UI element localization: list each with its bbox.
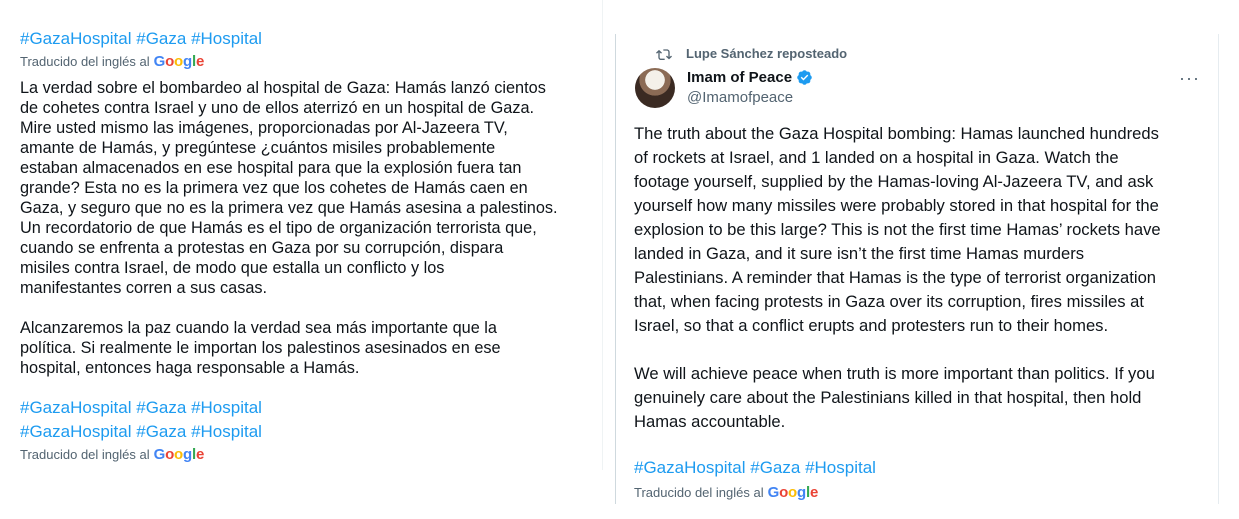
translated-label: Traducido del inglés al [634, 485, 764, 500]
hashtag-link[interactable]: #Hospital [191, 29, 262, 48]
more-options-icon[interactable]: ··· [1179, 68, 1200, 89]
tweet-text-paragraph-1: The truth about the Gaza Hospital bombin… [634, 124, 1161, 335]
hashtags-bottom: #GazaHospital #Gaza #Hospital [20, 398, 262, 418]
google-logo: Google [767, 484, 819, 501]
hashtag-link[interactable]: #Hospital [191, 422, 262, 441]
left-tweet-panel: #GazaHospital #Gaza #Hospital Traducido … [0, 0, 603, 470]
translated-note[interactable]: Traducido del inglés al Google [634, 484, 818, 501]
repost-icon [656, 48, 672, 60]
hashtag-link[interactable]: #Gaza [136, 398, 186, 417]
author-name: Imam of Peace [687, 69, 793, 86]
repost-label: Lupe Sánchez reposteado [686, 46, 848, 61]
author-handle[interactable]: @Imamofpeace [687, 89, 793, 106]
translated-note[interactable]: Traducido del inglés al Google [20, 53, 204, 70]
translated-label: Traducido del inglés al [20, 447, 150, 462]
author-name-row[interactable]: Imam of Peace [687, 69, 813, 86]
tweet-text-paragraph-2: We will achieve peace when truth is more… [634, 364, 1155, 431]
hashtag-link[interactable]: #GazaHospital [20, 398, 132, 417]
translated-note-bottom[interactable]: Traducido del inglés al Google [20, 446, 204, 463]
right-tweet-panel: Lupe Sánchez reposteado Imam of Peace @I… [615, 34, 1219, 504]
hashtag-link[interactable]: #Hospital [805, 458, 876, 477]
google-logo: Google [153, 53, 205, 70]
hashtag-link[interactable]: #GazaHospital [634, 458, 746, 477]
google-logo: Google [153, 446, 205, 463]
hashtag-link[interactable]: #Gaza [136, 29, 186, 48]
hashtag-link[interactable]: #Gaza [136, 422, 186, 441]
hashtag-link[interactable]: #Gaza [750, 458, 800, 477]
verified-badge-icon [797, 70, 812, 85]
translated-label: Traducido del inglés al [20, 54, 150, 69]
hashtags: #GazaHospital #Gaza #Hospital [634, 458, 876, 478]
hashtag-link[interactable]: #GazaHospital [20, 29, 132, 48]
tweet-text-paragraph-1: La verdad sobre el bombardeo al hospital… [20, 79, 558, 297]
repost-indicator[interactable]: Lupe Sánchez reposteado [656, 46, 847, 61]
hashtags-bottom-repeat: #GazaHospital #Gaza #Hospital [20, 422, 262, 442]
tweet-text-paragraph-2: Alcanzaremos la paz cuando la verdad sea… [20, 319, 501, 377]
hashtag-link[interactable]: #GazaHospital [20, 422, 132, 441]
hashtags-top: #GazaHospital #Gaza #Hospital [20, 29, 262, 49]
author-avatar[interactable] [635, 68, 675, 108]
hashtag-link[interactable]: #Hospital [191, 398, 262, 417]
